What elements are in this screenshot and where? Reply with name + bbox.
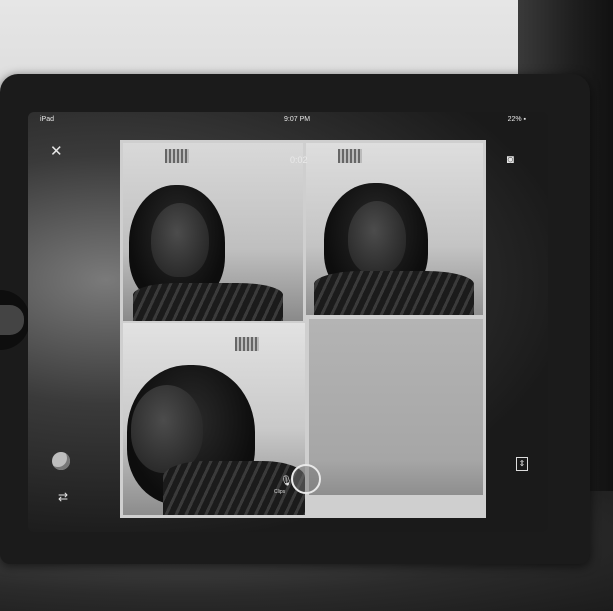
pen-icon[interactable] (52, 452, 70, 470)
layout-icon[interactable]: ⇕ (516, 457, 528, 471)
mic-icon[interactable]: 🎙 (280, 476, 293, 487)
ceiling-vent (165, 149, 189, 163)
status-battery: 22% ▪ (507, 116, 526, 123)
status-device: iPad (40, 116, 55, 123)
status-time: 9:07 PM (284, 116, 311, 123)
video-tile-empty (309, 319, 483, 495)
close-icon[interactable]: ✕ (50, 142, 63, 160)
call-timer: 0:02 (290, 155, 308, 165)
ceiling-vent (338, 149, 362, 163)
video-grid (120, 140, 486, 518)
camera-icon[interactable]: ◙ (507, 152, 514, 166)
video-tile-3 (123, 323, 305, 515)
flip-icon[interactable]: ⇄ (58, 490, 68, 504)
video-tile-1 (123, 143, 303, 321)
tablet-screen: iPad 9:07 PM 22% ▪ ✕ ◙ ⇄ ⇕ 0:02 🎙 Clips (28, 112, 548, 532)
ceiling-vent (235, 337, 259, 351)
record-button[interactable] (291, 464, 321, 494)
mic-label: Clips (274, 489, 286, 495)
video-tile-2 (306, 143, 483, 315)
